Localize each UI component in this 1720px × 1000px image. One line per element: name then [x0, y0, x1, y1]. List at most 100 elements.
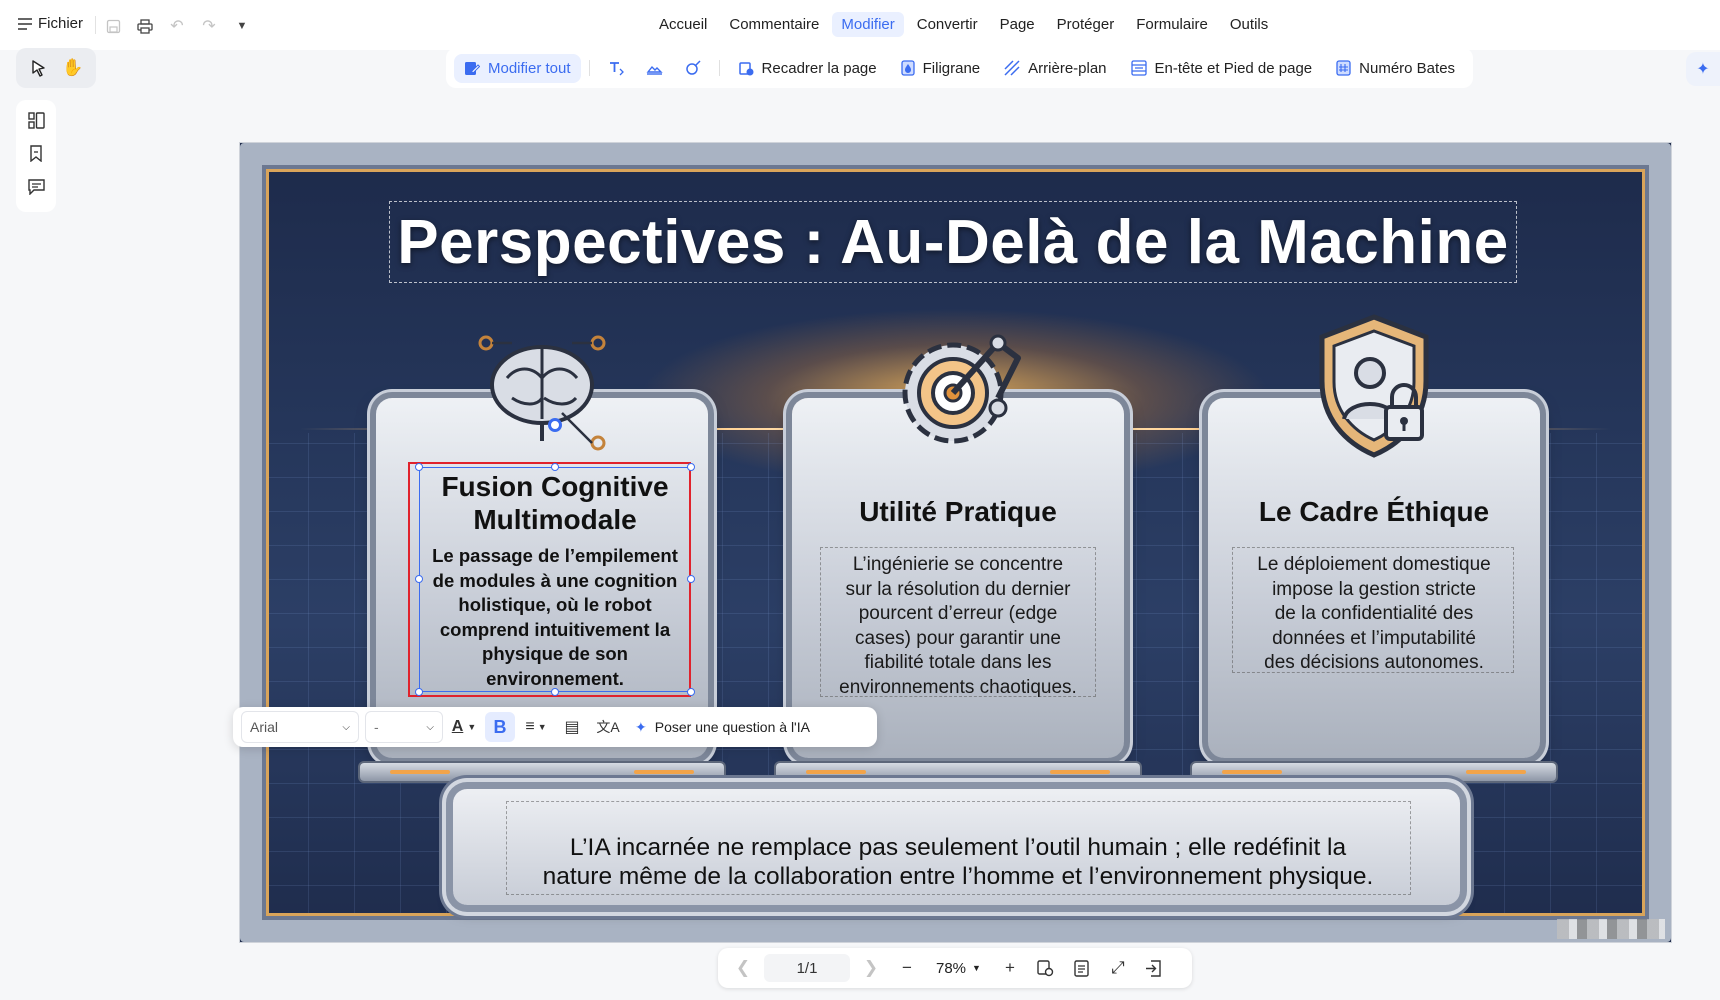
edit-link-button[interactable]	[676, 54, 711, 82]
crop-icon	[738, 60, 754, 76]
menu-convertir[interactable]: Convertir	[908, 12, 987, 37]
edit-all-button[interactable]: Modifier tout	[454, 53, 581, 83]
menu-formulaire[interactable]: Formulaire	[1127, 12, 1217, 37]
bates-icon	[1336, 60, 1351, 76]
bates-number-label: Numéro Bates	[1359, 59, 1456, 77]
background-label: Arrière-plan	[1028, 59, 1107, 77]
card-title: Utilité Pratique	[859, 496, 1057, 527]
body-line: données et l’imputabilité	[1272, 627, 1476, 649]
prev-page-icon[interactable]: ❮	[728, 953, 758, 983]
card-base	[776, 763, 1140, 781]
body-line: de la confidentialité des	[1274, 603, 1474, 624]
body-line: cases) pour garantir une	[855, 627, 1061, 649]
bates-number-button[interactable]: Numéro Bates	[1326, 54, 1465, 83]
body-line: holistique, où le robot	[458, 594, 652, 616]
chevron-down-icon: ▼	[972, 963, 981, 973]
print-icon[interactable]	[134, 15, 156, 37]
comments-icon[interactable]	[27, 179, 45, 200]
edit-text-button[interactable]	[598, 54, 633, 82]
gear-target-icon	[888, 313, 1038, 453]
body-line: de modules à une cognition	[432, 569, 678, 591]
text-format-toolbar: Arial ⌵ - ⌵ A ▼ B ≡ ▼ ▤ 文A ✦ Poser une q…	[233, 707, 877, 747]
background-icon	[1004, 60, 1020, 76]
crop-page-button[interactable]: Recadrer la page	[728, 54, 887, 83]
body-line: environnements chaotiques.	[839, 676, 1077, 698]
font-family-select[interactable]: Arial ⌵	[241, 711, 359, 743]
crop-page-label: Recadrer la page	[761, 59, 877, 77]
banner-line: nature même de la collaboration entre l’…	[542, 863, 1374, 890]
header-footer-label: En-tête et Pied de page	[1154, 59, 1313, 77]
watermark-icon	[900, 60, 915, 76]
ask-ai-button[interactable]: ✦ Poser une question à l'IA	[629, 719, 810, 736]
menu-page[interactable]: Page	[991, 12, 1044, 37]
title-line: Fusion Cognitive	[441, 471, 669, 502]
background-button[interactable]: Arrière-plan	[994, 54, 1116, 83]
menu-proteger[interactable]: Protéger	[1048, 12, 1124, 37]
slide-title: Perspectives : Au-Delà de la Machine	[397, 207, 1509, 277]
list-button[interactable]: ▤	[557, 712, 587, 742]
top-menu-bar: Fichier ↶ ↷ ▼ Accueil Commentaire Modifi…	[0, 0, 1720, 50]
translate-button[interactable]: 文A	[593, 712, 623, 742]
hand-tool-icon[interactable]: ✋	[58, 53, 88, 83]
watermark-label: Filigrane	[922, 59, 981, 77]
edit-image-button[interactable]	[637, 54, 672, 82]
font-size-select[interactable]: - ⌵	[365, 711, 443, 743]
zoom-in-icon[interactable]: +	[995, 953, 1025, 983]
menu-modifier[interactable]: Modifier	[832, 12, 904, 37]
card-body[interactable]: L’ingénierie se concentre sur la résolut…	[792, 553, 1124, 700]
edit-ribbon: Modifier tout Recadrer la page Filigrane…	[446, 48, 1474, 88]
thumbnails-icon[interactable]	[27, 112, 45, 134]
bold-button[interactable]: B	[485, 712, 515, 742]
next-page-icon[interactable]: ❯	[856, 953, 886, 983]
ai-assistant-toggle[interactable]: ✦	[1686, 52, 1720, 86]
card-base	[1192, 763, 1556, 781]
rotate-handle[interactable]	[548, 418, 562, 432]
zoom-select[interactable]: 78% ▼	[928, 960, 989, 977]
zoom-out-icon[interactable]: −	[892, 953, 922, 983]
body-line: L’ingénierie se concentre	[852, 554, 1064, 575]
menu-outils[interactable]: Outils	[1221, 12, 1277, 37]
exit-icon[interactable]	[1139, 953, 1169, 983]
align-button[interactable]: ≡ ▼	[521, 712, 551, 742]
header-footer-button[interactable]: En-tête et Pied de page	[1121, 54, 1323, 83]
card-body[interactable]: Le déploiement domestique impose la gest…	[1208, 553, 1540, 676]
file-menu-button[interactable]: Fichier	[18, 15, 83, 32]
chevron-down-icon: ▼	[467, 722, 477, 732]
body-line: sur la résolution du dernier	[845, 578, 1071, 600]
menu-commentaire[interactable]: Commentaire	[720, 12, 828, 37]
select-cursor-icon[interactable]	[24, 53, 54, 83]
title-text-box[interactable]: Perspectives : Au-Delà de la Machine	[389, 201, 1517, 283]
header-footer-icon	[1130, 60, 1147, 76]
redo-icon[interactable]: ↷	[198, 15, 220, 37]
divider	[588, 60, 590, 76]
undo-icon[interactable]: ↶	[166, 15, 188, 37]
edit-all-label: Modifier tout	[488, 59, 571, 77]
zoom-value: 78%	[936, 959, 967, 977]
page-number-input[interactable]: 1/1	[764, 954, 850, 982]
body-line: des décisions autonomes.	[1264, 652, 1484, 673]
list-icon: ▤	[564, 719, 580, 736]
align-left-icon: ≡	[525, 718, 535, 735]
body-line: impose la gestion stricte	[1272, 578, 1476, 600]
text-color-button[interactable]: A ▼	[449, 712, 479, 742]
selected-card-title: Fusion Cognitive Multimodale	[421, 470, 689, 536]
text-color-icon: A	[451, 718, 464, 735]
edit-all-icon	[464, 60, 480, 76]
bold-icon: B	[493, 716, 507, 737]
fit-width-icon[interactable]	[1067, 953, 1097, 983]
body-line: pourcent d’erreur (edge	[858, 603, 1058, 624]
fullscreen-icon[interactable]: ⤢	[1103, 953, 1133, 983]
page-navigation-bar: ❮ 1/1 ❯ − 78% ▼ + ⤢	[718, 948, 1192, 988]
conclusion-text[interactable]: L’IA incarnée ne remplace pas seulement …	[473, 833, 1443, 891]
save-icon[interactable]	[102, 15, 124, 37]
quick-access-dropdown-icon[interactable]: ▼	[231, 15, 253, 37]
body-line: comprend intuitivement la	[439, 618, 671, 640]
watermark-button[interactable]: Filigrane	[891, 54, 991, 83]
menu-accueil[interactable]: Accueil	[650, 12, 716, 37]
body-line: fiabilité totale dans les	[864, 652, 1052, 673]
chevron-down-icon: ▼	[537, 722, 547, 732]
bookmark-icon[interactable]	[29, 145, 43, 167]
pixelated-watermark	[1557, 919, 1665, 939]
main-menu: Accueil Commentaire Modifier Convertir P…	[650, 12, 1277, 37]
fit-page-icon[interactable]	[1031, 953, 1061, 983]
